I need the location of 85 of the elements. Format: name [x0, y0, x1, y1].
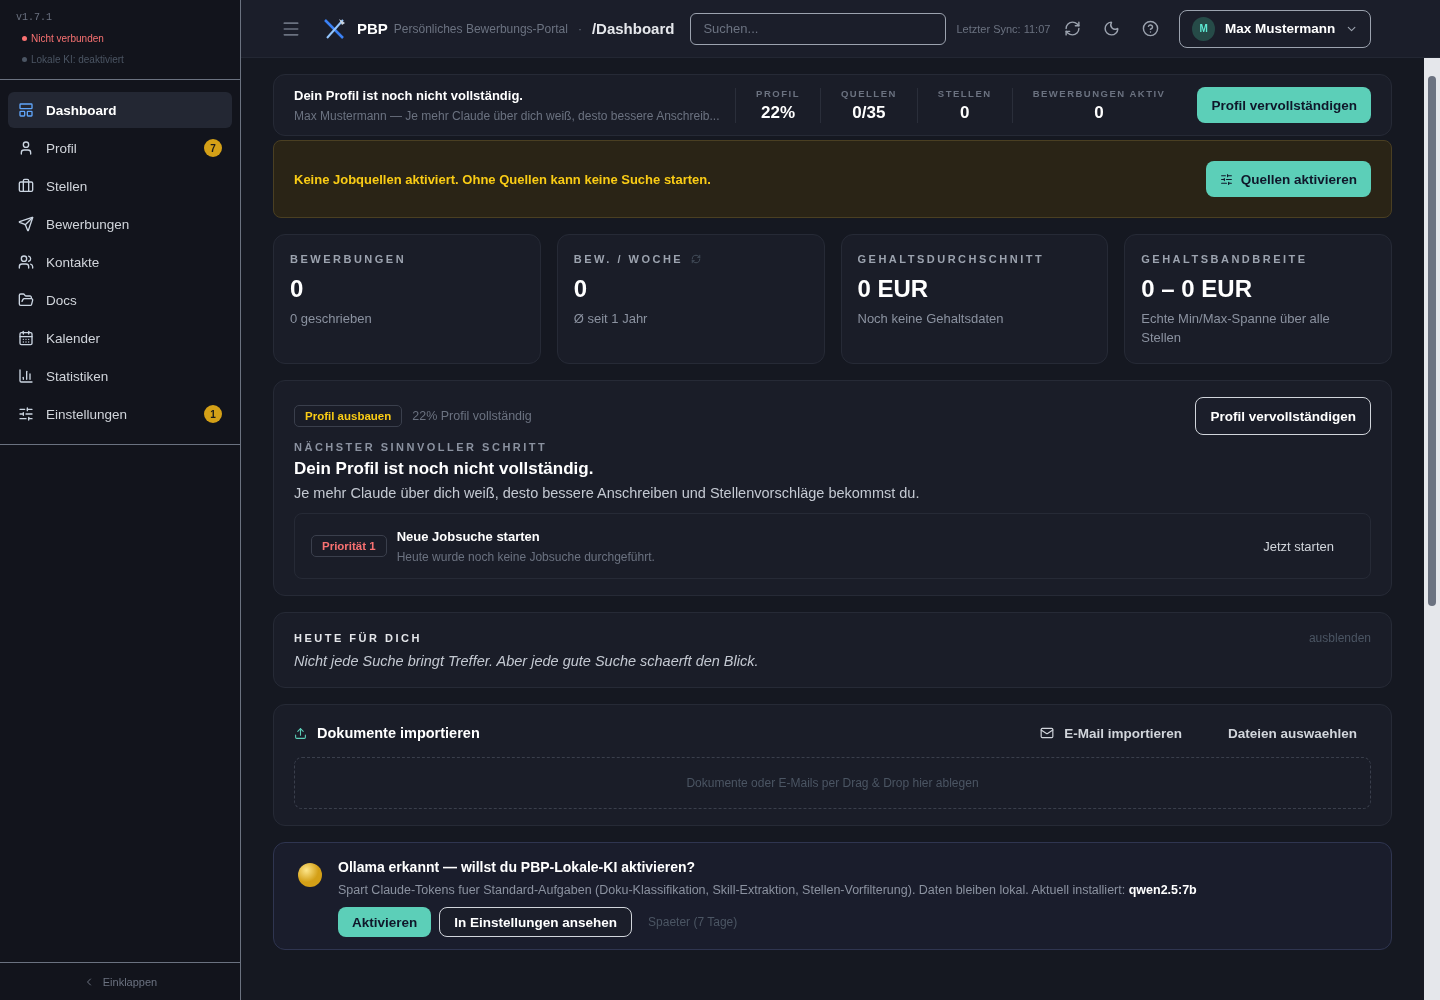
stat-label: BEWERBUNGEN AKTIV — [1032, 87, 1166, 99]
progress-text: 22% Profil vollständig — [412, 409, 532, 423]
settings-button[interactable]: In Einstellungen ansehen — [439, 907, 633, 937]
refresh-icon[interactable] — [1064, 20, 1082, 37]
nav-item[interactable]: Kalender — [8, 320, 232, 356]
sync-status: Letzter Sync: 11:07 — [956, 22, 1051, 35]
user-icon — [18, 140, 34, 156]
stat-value: 22% — [761, 102, 796, 123]
users-icon — [18, 254, 34, 270]
status-label: Lokale KI: deaktiviert — [16, 54, 224, 65]
send-icon — [18, 216, 34, 232]
next-step-text: Je mehr Claude über dich weiß, desto bessere Anschreiben und Stellenvorschläge bekommst du. — [294, 485, 921, 501]
kpi-value: 0 EUR — [857, 275, 930, 303]
kpi-value: 0 – 0 EUR — [1141, 275, 1253, 303]
kpi-note: Noch keine Gehaltsdaten — [857, 310, 1005, 328]
collapse-button[interactable]: Einklappen — [0, 962, 240, 1000]
nav-item[interactable]: Einstellungen 1 — [8, 396, 232, 432]
page-path: /Dashboard — [591, 20, 675, 37]
section-eyebrow: NÄCHSTER SINNVOLLER SCHRITT — [294, 441, 549, 453]
version-label: v1.7.1 — [16, 12, 53, 23]
warning-text: Keine Jobquellen aktiviert. Ohne Quellen kann keine Suche starten. — [294, 171, 711, 187]
kpi-note: Echte Min/Max-Spanne über alle Stellen — [1141, 310, 1331, 347]
next-step-title: Dein Profil ist noch nicht vollständig. — [294, 459, 595, 479]
search-field[interactable]: Suchen... — [690, 12, 947, 45]
stat-value: 0 — [960, 102, 970, 123]
stat-value: 0/35 — [852, 102, 886, 123]
calendar-icon — [18, 330, 34, 346]
nav-item[interactable]: Statistiken — [8, 358, 232, 394]
sliders-icon — [1219, 172, 1233, 186]
crossed-tools-icon — [323, 17, 347, 40]
section-eyebrow: HEUTE FÜR DICH — [294, 632, 422, 644]
complete-profile-button[interactable]: Profil vervollständigen — [1195, 397, 1371, 435]
stat-label: STELLEN — [937, 87, 992, 99]
bar-chart-icon — [18, 368, 34, 384]
kpi-label: GEHALTSBANDBREITE — [1141, 253, 1308, 265]
choose-files-button[interactable]: Dateien auswaehlen — [1213, 725, 1371, 741]
daily-quote: Nicht jede Suche bringt Treffer. Aber jede gute Suche schaerft den Blick. — [294, 653, 760, 669]
activate-button[interactable]: Aktivieren — [338, 907, 432, 937]
nav-item[interactable]: Bewerbungen — [8, 206, 232, 242]
mail-icon — [1040, 726, 1055, 740]
banner-text: Max Mustermann — Je mehr Claude über dich weiß, desto bessere Anschreib... — [294, 108, 721, 123]
briefcase-icon — [18, 178, 34, 194]
kpi-note: Ø seit 1 Jahr — [573, 310, 649, 328]
nav-item[interactable]: Kontakte — [8, 244, 232, 280]
nav-item[interactable]: Profil 7 — [8, 130, 232, 166]
complete-profile-button[interactable]: Profil vervollständigen — [1197, 87, 1371, 123]
user-avatar: M — [1192, 16, 1215, 41]
ollama-text: Spart Claude-Tokens fuer Standard-Aufgaben (Doku-Klassifikation, Skill-Extraktion, Stellen-Vorfilterung). Daten bleiben lokal. Aktuell installiert: qwen2.5:7b — [338, 883, 1197, 897]
nav-item[interactable]: Dashboard — [8, 92, 232, 128]
kpi-value: 0 — [573, 275, 589, 303]
priority-tag: Priorität 1 — [311, 535, 387, 557]
kpi-label: BEW. / WOCHE — [573, 253, 684, 265]
import-title: Dokumente importieren — [317, 725, 480, 741]
kpi-label: GEHALTSDURCHSCHNITT — [857, 253, 1045, 265]
help-icon[interactable] — [1142, 20, 1160, 37]
upload-icon — [294, 726, 307, 740]
sliders-icon — [18, 406, 34, 422]
separator-dot: · — [577, 21, 582, 36]
count-badge: 1 — [204, 405, 222, 423]
brand-name: PBP — [357, 20, 388, 37]
scrollbar[interactable] — [1424, 58, 1440, 1000]
count-badge: 7 — [204, 139, 222, 157]
nav-item[interactable]: Docs — [8, 282, 232, 318]
kpi-value: 0 — [290, 275, 305, 303]
email-import-button[interactable]: E-Mail importieren — [1026, 725, 1196, 741]
activate-sources-button[interactable]: Quellen aktivieren — [1205, 161, 1371, 197]
nav-item[interactable]: Stellen — [8, 168, 232, 204]
category-tag: Profil ausbauen — [294, 405, 403, 427]
stat-value: 0 — [1094, 102, 1104, 123]
dashboard-icon — [18, 102, 34, 118]
start-now-button[interactable]: Jetzt starten — [1257, 537, 1340, 555]
folder-icon — [18, 292, 34, 308]
app-subtitle: Persönliches Bewerbungs-Portal — [393, 21, 568, 36]
banner-title: Dein Profil ist noch nicht vollständig. — [294, 87, 524, 103]
status-label: Nicht verbunden — [16, 33, 224, 44]
task-text: Heute wurde noch keine Jobsuche durchgeführt. — [396, 549, 655, 564]
moon-icon[interactable] — [1103, 20, 1121, 37]
kpi-note: 0 geschrieben — [290, 310, 373, 328]
stat-label: QUELLEN — [840, 87, 897, 99]
orb-icon — [298, 863, 322, 887]
kpi-label: BEWERBUNGEN — [290, 253, 407, 265]
task-title: Neue Jobsuche starten — [396, 528, 541, 544]
user-menu-button[interactable]: M Max Mustermann — [1179, 9, 1372, 48]
ollama-title: Ollama erkannt — willst du PBP-Lokale-KI aktivieren? — [338, 859, 697, 875]
stat-label: PROFIL — [756, 87, 800, 99]
